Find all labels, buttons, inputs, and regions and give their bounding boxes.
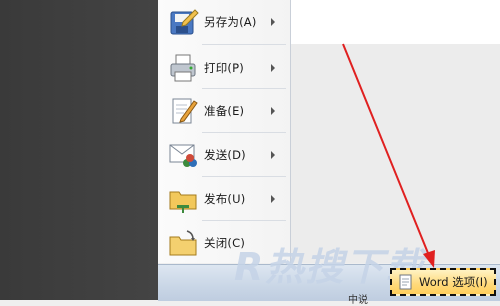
annotation-arrow [342, 43, 435, 268]
